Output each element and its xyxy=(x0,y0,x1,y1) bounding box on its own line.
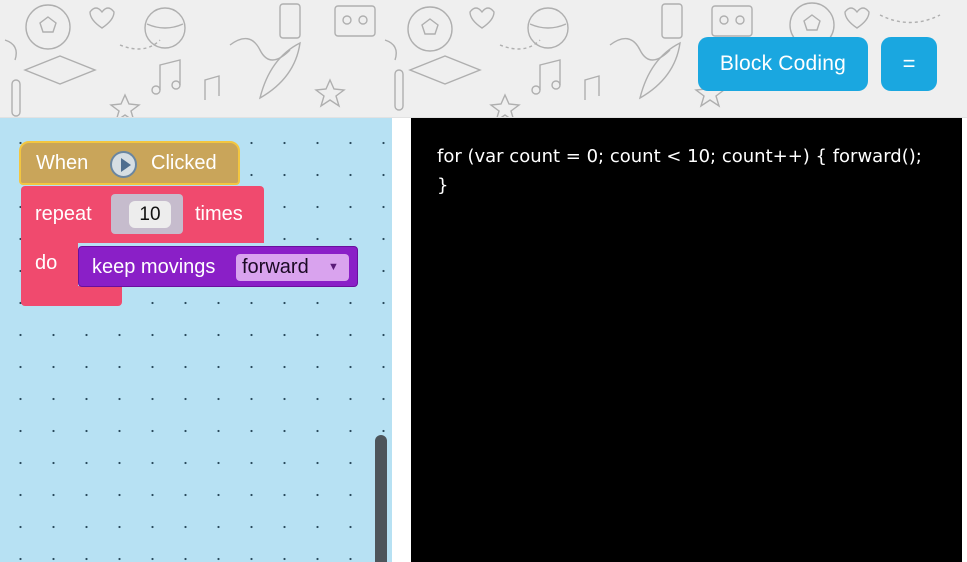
repeat-count-socket: 10 xyxy=(111,194,183,234)
code-line-1: for (var count = 0; count < 10; count++)… xyxy=(437,146,922,167)
repeat-label: repeat xyxy=(35,203,92,225)
repeat-block-arm: do xyxy=(21,243,78,288)
keep-moving-block[interactable]: keep movings forward ▼ xyxy=(78,246,358,287)
when-label: When xyxy=(36,152,89,174)
times-label: times xyxy=(195,203,243,225)
direction-value: forward xyxy=(242,256,309,278)
block-coding-button[interactable]: Block Coding xyxy=(698,37,868,91)
clicked-label: Clicked xyxy=(151,152,217,174)
repeat-block[interactable]: repeat 10 times xyxy=(21,186,264,243)
header: Block Coding = xyxy=(0,0,967,118)
keep-moving-label: keep movings xyxy=(92,256,216,278)
repeat-block-bottom xyxy=(21,286,122,306)
play-icon xyxy=(110,151,137,178)
caret-down-icon: ▼ xyxy=(328,261,339,273)
do-label: do xyxy=(35,252,58,274)
code-line-2: } xyxy=(437,175,449,196)
direction-dropdown[interactable]: forward ▼ xyxy=(236,254,349,281)
when-clicked-block[interactable]: When Clicked xyxy=(19,141,240,185)
panel-divider xyxy=(392,118,411,562)
repeat-count-field[interactable]: 10 xyxy=(129,201,171,228)
code-output-panel: for (var count = 0; count < 10; count++)… xyxy=(411,118,962,562)
workspace-scrollbar[interactable] xyxy=(375,435,387,562)
menu-button[interactable]: = xyxy=(881,37,937,91)
